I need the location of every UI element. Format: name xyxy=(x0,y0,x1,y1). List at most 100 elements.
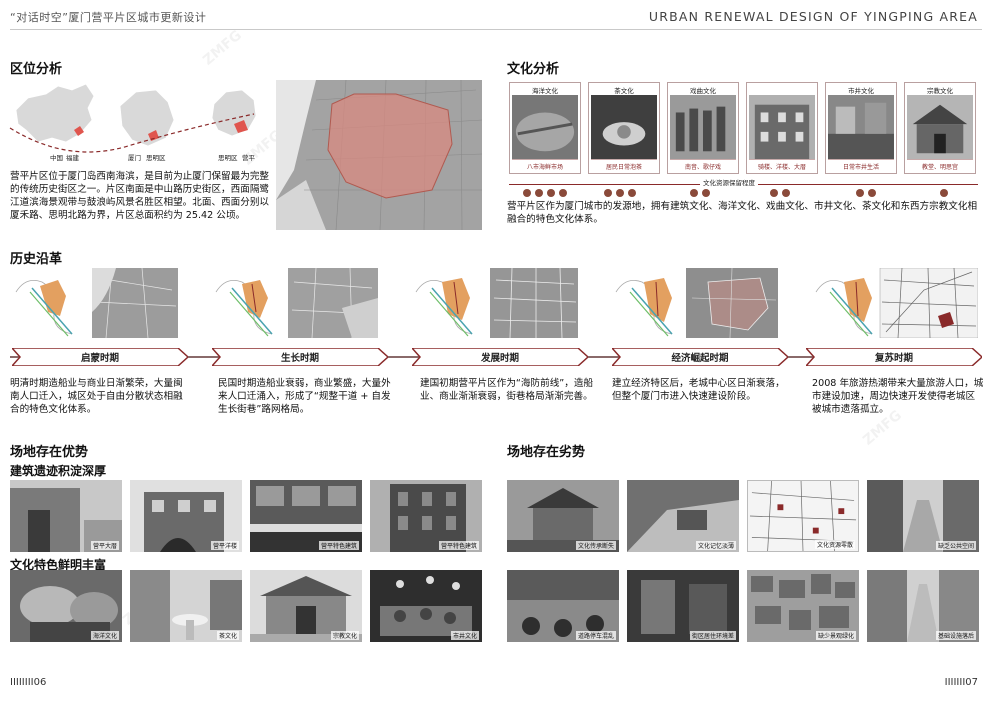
watermark: ZMFG xyxy=(200,27,246,69)
disadvantage-photo: 道路停车混乱 xyxy=(507,570,619,642)
page-number-right: IIIIIII07 xyxy=(944,677,978,688)
disadvantage-photo: 文化记忆淡薄 xyxy=(627,480,739,552)
map-label-siming-district: 思明区 xyxy=(218,154,238,162)
culture-card-caption: 八市海鲜市场 xyxy=(512,159,578,171)
resource-dot xyxy=(616,189,624,197)
culture-photo xyxy=(591,95,657,159)
advantage-photo: 市井文化 xyxy=(370,570,482,642)
history-period-3-images xyxy=(412,267,578,339)
advantages-subtitle-architecture: 建筑遗迹积淀深厚 xyxy=(10,464,107,478)
location-description: 营平片区位于厦门岛西南海滨，是目前为止厦门保留最为完整的传统历史街区之一。片区南… xyxy=(10,171,270,221)
history-period-2-text: 民国时期造船业衰弱，商业繁盛，大量外来人口迁涌入，形成了“规整干道 + 自发生长… xyxy=(218,378,391,415)
photo-caption: 宗教文化 xyxy=(330,631,359,640)
resource-dot xyxy=(782,189,790,197)
page-number-left: IIIIIIII06 xyxy=(10,677,47,688)
history-period-1-images xyxy=(12,267,178,339)
header-divider xyxy=(10,29,982,30)
disadvantage-photo: 文化资源零散 xyxy=(747,480,859,552)
resource-dot xyxy=(770,189,778,197)
resource-dot xyxy=(535,189,543,197)
history-period-1-text: 明清时期造船业与商业日渐繁荣，大量闽南人口迁入，城区处于自由分散状态相融合的特色… xyxy=(10,378,183,415)
photo-caption: 街区居住环境差 xyxy=(689,631,736,640)
photo-caption: 文化传承断失 xyxy=(575,541,616,550)
history-period-4-text: 建立经济特区后，老城中心区日渐衰落，但整个厦门市进入快速建设阶段。 xyxy=(612,378,785,402)
culture-section-title: 文化分析 xyxy=(507,62,560,77)
map-label-fujian: 福建 xyxy=(66,154,79,162)
culture-description: 营平片区作为厦门城市的发源地，拥有建筑文化、海洋文化、戏曲文化、市井文化、茶文化… xyxy=(507,201,978,225)
culture-card-ocean: 海洋文化 八市海鲜市场 xyxy=(509,82,581,174)
photo-caption: 缺乏公共空间 xyxy=(935,541,976,550)
page-header-title: “对话时空”厦门营平片区城市更新设计 xyxy=(10,11,207,24)
culture-card-caption: 日常市井生活 xyxy=(828,159,894,171)
photo-caption: 营平洋楼 xyxy=(210,541,239,550)
culture-photo xyxy=(828,95,894,159)
resource-dot xyxy=(702,189,710,197)
history-period-1-label: 启蒙时期 xyxy=(80,353,119,364)
resource-dot xyxy=(628,189,636,197)
culture-photo xyxy=(512,95,578,159)
page-header-english-title: URBAN RENEWAL DESIGN OF YINGPING AREA xyxy=(648,9,978,24)
advantages-section-title: 场地存在优势 xyxy=(10,445,89,460)
photo-caption: 基础设施落后 xyxy=(935,631,976,640)
resource-dot xyxy=(940,189,948,197)
photo-caption: 文化资源零散 xyxy=(814,540,855,549)
location-maps xyxy=(8,80,276,160)
culture-card-caption: 居民日常泡茶 xyxy=(591,159,657,171)
location-section-title: 区位分析 xyxy=(10,62,63,77)
history-period-3-label: 发展时期 xyxy=(480,353,519,364)
resource-dot xyxy=(604,189,612,197)
photo-caption: 营平特色建筑 xyxy=(318,541,359,550)
disadvantage-photo: 缺乏公共空间 xyxy=(867,480,979,552)
culture-card-caption: 骑楼、洋楼、大厝 xyxy=(749,159,815,171)
culture-card-opera: 戏曲文化 南音、歌仔戏 xyxy=(667,82,739,174)
history-period-3-text: 建国初期营平片区作为“海防前线”，造船业、商业渐渐衰弱，街巷格局渐渐完善。 xyxy=(420,378,594,402)
culture-card-title: 市井文化 xyxy=(848,87,874,95)
disadvantage-photo: 缺少景观绿化 xyxy=(747,570,859,642)
culture-card-architecture: 骑楼、洋楼、大厝 xyxy=(746,82,818,174)
advantage-photo: 茶文化 xyxy=(130,570,242,642)
photo-caption: 海洋文化 xyxy=(90,631,119,640)
culture-card-caption: 教堂、明思宫 xyxy=(907,159,973,171)
history-period-5-text: 2008 年旅游热潮带来大量旅游人口，城市建设加速，周边快速开发使得老城区被城市… xyxy=(812,378,984,415)
advantage-photo: 海洋文化 xyxy=(10,570,122,642)
advantage-photo: 营平特色建筑 xyxy=(370,480,482,552)
map-label-siming: 思明区 xyxy=(146,154,166,162)
advantage-photo: 营平特色建筑 xyxy=(250,480,362,552)
history-period-4-images xyxy=(612,267,778,339)
culture-card-title: 宗教文化 xyxy=(927,87,953,95)
map-label-yingping: 营平 xyxy=(242,154,255,162)
advantage-photo: 宗教文化 xyxy=(250,570,362,642)
culture-photo xyxy=(749,95,815,159)
advantage-photo: 营平大厝 xyxy=(10,480,122,552)
resource-dot xyxy=(559,189,567,197)
culture-card-religion: 宗教文化 教堂、明思宫 xyxy=(904,82,976,174)
history-period-2-images xyxy=(212,267,378,339)
culture-photo xyxy=(907,95,973,159)
map-label-xiamen: 厦门 xyxy=(128,154,141,162)
culture-card-title: 戏曲文化 xyxy=(690,87,716,95)
history-period-4-label: 经济崛起时期 xyxy=(671,353,729,364)
site-aerial-map xyxy=(276,80,482,230)
culture-axis-label: 文化资源保留程度 xyxy=(700,177,758,187)
photo-caption: 道路停车混乱 xyxy=(575,631,616,640)
photo-caption: 营平大厝 xyxy=(90,541,119,550)
photo-caption: 文化记忆淡薄 xyxy=(695,541,736,550)
history-section-title: 历史沿革 xyxy=(10,252,63,267)
photo-caption: 市井文化 xyxy=(450,631,479,640)
resource-dot xyxy=(523,189,531,197)
disadvantage-photo: 文化传承断失 xyxy=(507,480,619,552)
disadvantages-section-title: 场地存在劣势 xyxy=(507,445,586,460)
culture-card-caption: 南音、歌仔戏 xyxy=(670,159,736,171)
map-label-china: 中国 xyxy=(50,154,63,162)
resource-dot xyxy=(690,189,698,197)
culture-card-market: 市井文化 日常市井生活 xyxy=(825,82,897,174)
culture-card-title: 茶文化 xyxy=(614,87,634,95)
photo-caption: 营平特色建筑 xyxy=(438,541,479,550)
culture-photo xyxy=(670,95,736,159)
photo-caption: 缺少景观绿化 xyxy=(815,631,856,640)
advantage-photo: 营平洋楼 xyxy=(130,480,242,552)
disadvantage-photo: 基础设施落后 xyxy=(867,570,979,642)
resource-dot xyxy=(868,189,876,197)
history-period-5-label: 复苏时期 xyxy=(874,353,913,364)
resource-dot xyxy=(856,189,864,197)
